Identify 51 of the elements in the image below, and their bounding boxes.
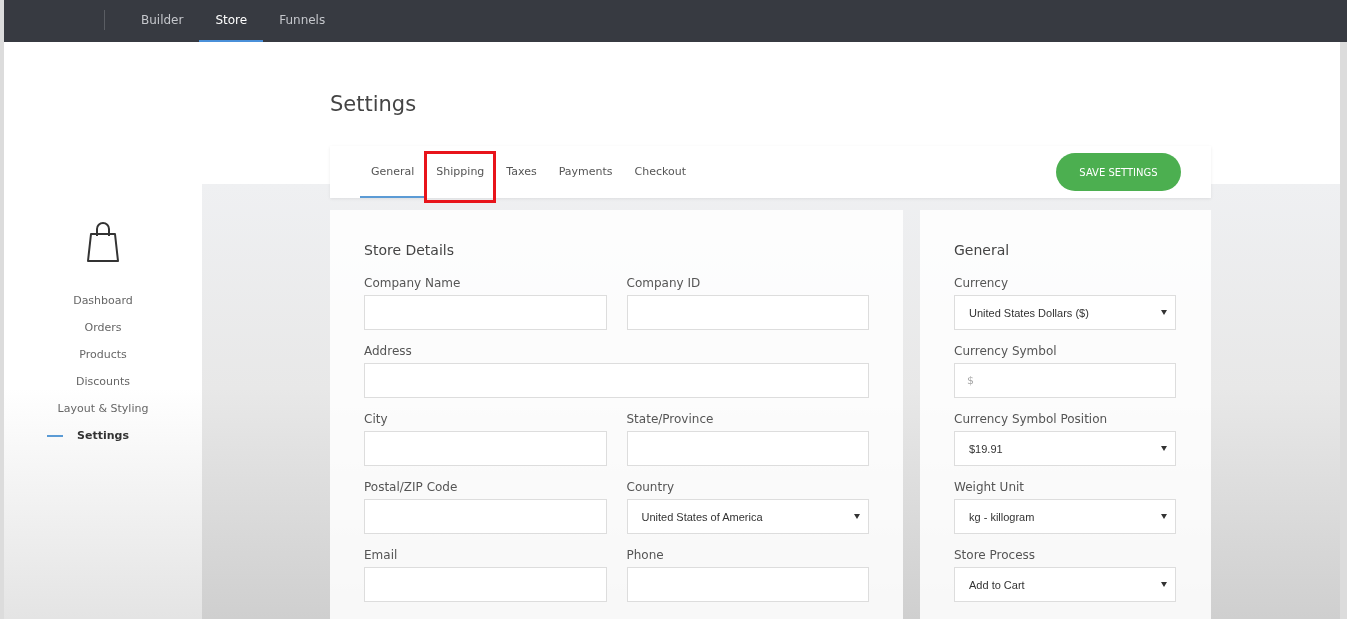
card-title: General [954, 242, 1011, 258]
field-label: Country [626, 480, 676, 494]
page-title: Settings [330, 92, 418, 116]
dropdown-field[interactable]: United States Dollars ($) [954, 295, 1176, 330]
nav-tab[interactable]: Funnels [263, 0, 342, 42]
caret-icon [1161, 582, 1167, 587]
card-title: Store Details [364, 242, 455, 258]
caret-icon [1161, 446, 1167, 451]
field-label: Company Name [364, 276, 462, 290]
caret-icon [1161, 514, 1167, 519]
sidebar-item[interactable]: Discounts [76, 373, 130, 390]
input-field[interactable] [364, 431, 607, 466]
settings-tab[interactable]: Checkout [623, 146, 698, 198]
sidebar-item[interactable]: Products [79, 346, 127, 363]
sidebar-item[interactable]: Settings [77, 427, 129, 444]
field-label: Weight Unit [954, 480, 1026, 494]
field-label: Address [364, 344, 413, 358]
input-field[interactable] [364, 295, 607, 330]
settings-tab[interactable]: Taxes [495, 146, 548, 198]
settings-tab[interactable]: General [360, 146, 426, 198]
input-field[interactable] [364, 499, 607, 534]
input-field[interactable] [626, 295, 869, 330]
active-indicator [47, 435, 64, 437]
dropdown-field[interactable]: kg - killogram [954, 499, 1176, 534]
input-field[interactable]: $ [954, 363, 1176, 398]
dropdown-field[interactable]: United States of America [626, 499, 869, 534]
caret-icon [854, 514, 860, 519]
input-field[interactable] [626, 431, 869, 466]
sidebar-item[interactable]: Orders [84, 319, 122, 336]
caret-icon [1161, 310, 1167, 315]
field-label: Currency Symbol Position [954, 412, 1109, 426]
input-field[interactable] [364, 363, 869, 398]
field-label: State/Province [626, 412, 715, 426]
field-label: City [364, 412, 389, 426]
sidebar-item[interactable]: Layout & Styling [57, 400, 149, 417]
field-label: Store Process [954, 548, 1037, 562]
dropdown-field[interactable]: Add to Cart [954, 567, 1176, 602]
field-label: Currency [954, 276, 1010, 290]
sidebar-item[interactable]: Dashboard [73, 292, 133, 309]
field-label: Company ID [626, 276, 702, 290]
field-label: Phone [626, 548, 665, 562]
field-label: Currency Symbol [954, 344, 1058, 358]
input-field[interactable] [364, 567, 607, 602]
settings-tab[interactable]: Payments [547, 146, 624, 198]
settings-tab[interactable]: Shipping [425, 146, 496, 198]
field-label: Postal/ZIP Code [364, 480, 459, 494]
nav-tab[interactable]: Builder [125, 0, 200, 42]
shopping-bag-icon [86, 222, 120, 264]
dropdown-field[interactable]: $19.91 [954, 431, 1176, 466]
field-label: Email [364, 548, 399, 562]
input-field[interactable] [626, 567, 869, 602]
